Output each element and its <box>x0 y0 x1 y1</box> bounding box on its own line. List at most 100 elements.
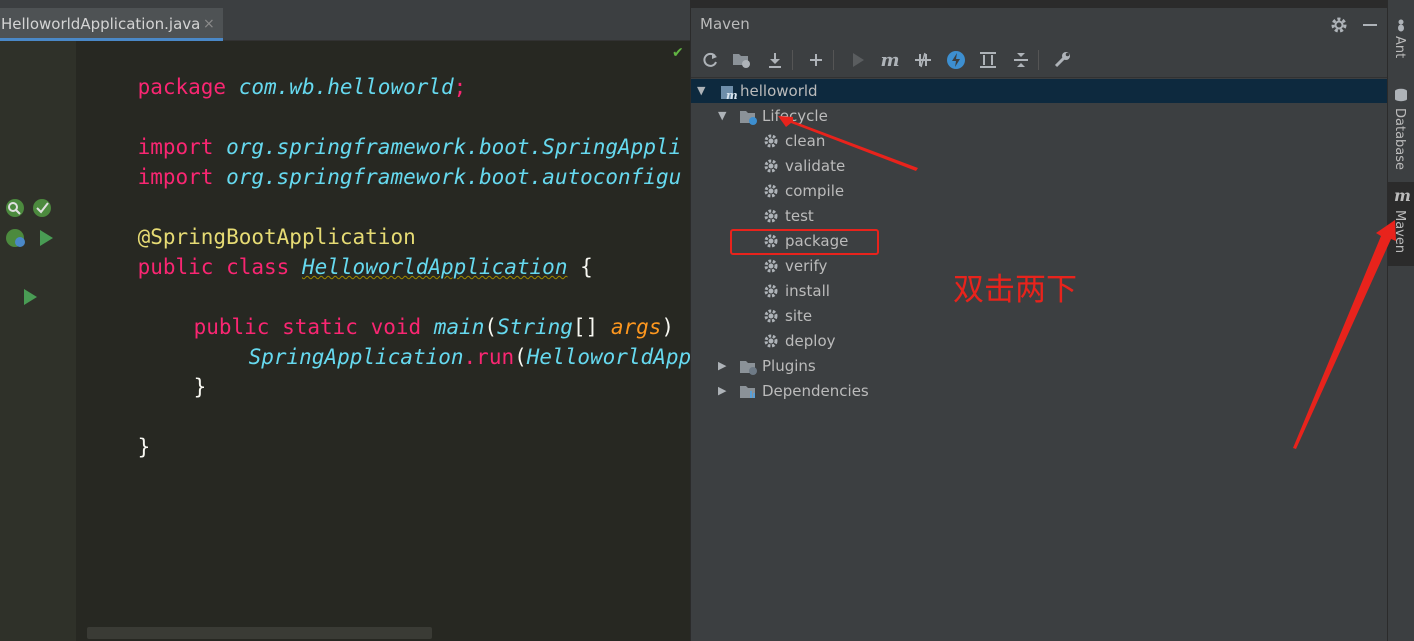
highlight-box <box>730 229 879 255</box>
dependencies-folder-icon <box>740 386 755 398</box>
code-line: package com.wb.helloworld; <box>87 42 467 99</box>
maven-project-icon: m <box>721 86 738 101</box>
tree-node-phase[interactable]: compile <box>691 179 1388 203</box>
gear-icon <box>764 159 778 173</box>
method-name: run <box>476 345 515 369</box>
gear-icon <box>764 284 778 298</box>
tree-label: install <box>785 282 830 300</box>
download-icon[interactable] <box>764 50 786 70</box>
tree-node-project[interactable]: ▼ m helloworld <box>691 79 1388 103</box>
add-icon[interactable] <box>805 50 827 70</box>
gear-icon <box>764 134 778 148</box>
editor-tab-bar: HelloworldApplication.java × <box>0 0 690 41</box>
tree-label: compile <box>785 182 845 200</box>
punctuation: . <box>463 345 477 369</box>
tree-label: site <box>785 307 813 325</box>
find-usages-icon[interactable] <box>4 197 26 219</box>
run-main-icon[interactable] <box>22 288 38 306</box>
tree-label: clean <box>785 132 826 150</box>
tree-node-phase[interactable]: clean <box>691 129 1388 153</box>
punctuation: ; <box>453 75 467 99</box>
collapse-all-icon[interactable] <box>1010 50 1032 70</box>
collapse-arrow-icon[interactable]: ▶ <box>718 354 726 378</box>
reload-icon[interactable] <box>699 50 721 70</box>
maven-toolbar: m <box>691 42 1388 78</box>
code-line: import org.springframework.boot.SpringAp… <box>87 102 682 159</box>
code-line: } <box>143 342 207 399</box>
spring-bean-icon[interactable] <box>31 197 53 219</box>
closing-brace: } <box>137 435 151 459</box>
punctuation: { <box>567 255 593 279</box>
editor-gutter <box>0 41 76 641</box>
database-tool-button[interactable]: Database <box>1388 82 1414 172</box>
gear-icon <box>764 259 778 273</box>
gear-icon <box>764 209 778 223</box>
tree-node-phase[interactable]: test <box>691 204 1388 228</box>
tree-label: Plugins <box>762 357 816 375</box>
generate-sources-icon[interactable] <box>731 50 753 70</box>
skip-tests-icon[interactable] <box>945 50 967 70</box>
close-icon[interactable]: × <box>203 8 215 40</box>
lifecycle-folder-icon <box>740 111 757 125</box>
show-dependencies-icon[interactable] <box>977 50 999 70</box>
keyword: public class <box>137 255 302 279</box>
maven-tool-button[interactable]: m Maven <box>1388 182 1414 266</box>
maven-icon: m <box>1394 186 1411 205</box>
database-label: Database <box>1392 108 1407 171</box>
maven-tool-window: Maven m ▼ m helloworld ▼ Lifecycle clean… <box>690 8 1388 641</box>
database-icon <box>1395 88 1407 102</box>
gear-icon[interactable] <box>1329 15 1349 35</box>
ant-tool-button[interactable]: Ant <box>1388 12 1414 68</box>
tree-label: verify <box>785 257 828 275</box>
tree-node-lifecycle[interactable]: ▼ Lifecycle <box>691 104 1388 128</box>
run-icon[interactable] <box>847 50 869 70</box>
tree-node-plugins[interactable]: ▶ Plugins <box>691 354 1388 378</box>
right-tool-strip: Ant Database m Maven <box>1387 0 1414 641</box>
toolbar-separator <box>792 50 793 70</box>
wrench-icon[interactable] <box>1051 50 1073 70</box>
tree-label: deploy <box>785 332 836 350</box>
gear-icon <box>764 309 778 323</box>
gear-icon <box>764 184 778 198</box>
tree-label: Lifecycle <box>762 107 828 125</box>
punctuation: ( <box>514 345 527 369</box>
inspection-ok-icon[interactable]: ✔ <box>672 45 684 61</box>
package-name: com.wb.helloworld <box>238 75 454 99</box>
code-line: public static void main(String[] args) <box>143 282 687 339</box>
collapse-arrow-icon[interactable]: ▶ <box>718 379 726 403</box>
minimize-icon[interactable] <box>1363 24 1377 26</box>
code-line: } <box>87 402 151 459</box>
editor-tab[interactable]: HelloworldApplication.java × <box>0 8 223 41</box>
code-line: public class HelloworldApplication { <box>87 222 593 279</box>
class-name: SpringApplication <box>248 345 464 369</box>
code-editor[interactable]: ✔ package com.wb.helloworld; import org.… <box>0 41 690 641</box>
keyword: import <box>137 165 227 189</box>
maven-title: Maven <box>700 15 750 33</box>
toggle-offline-icon[interactable] <box>912 50 934 70</box>
tree-label: Dependencies <box>762 382 869 400</box>
code-line: SpringApplication.run(HelloworldApp <box>198 312 690 369</box>
svg-text:m: m <box>726 89 738 101</box>
tree-node-phase[interactable]: deploy <box>691 329 1388 353</box>
tree-label: test <box>785 207 814 225</box>
spring-boot-icon[interactable] <box>4 227 28 249</box>
horizontal-scrollbar[interactable] <box>87 627 432 639</box>
expand-arrow-icon[interactable]: ▼ <box>697 79 705 103</box>
tree-node-phase[interactable]: validate <box>691 154 1388 178</box>
execute-maven-goal-icon[interactable]: m <box>879 50 901 71</box>
run-icon[interactable] <box>38 229 54 247</box>
tree-label: helloworld <box>740 82 818 100</box>
plugins-folder-icon <box>740 361 757 375</box>
import-path: org.springframework.boot.autoconfigu <box>226 165 682 189</box>
code-line: import org.springframework.boot.autoconf… <box>87 132 682 189</box>
editor-tab-label: HelloworldApplication.java <box>1 15 201 33</box>
maven-label: Maven <box>1392 210 1407 254</box>
gear-icon <box>764 334 778 348</box>
tree-label: validate <box>785 157 846 175</box>
toolbar-separator <box>1038 50 1039 70</box>
maven-header: Maven <box>691 8 1388 42</box>
tree-node-dependencies[interactable]: ▶ Dependencies <box>691 379 1388 403</box>
expand-arrow-icon[interactable]: ▼ <box>718 104 726 128</box>
keyword: package <box>137 75 239 99</box>
class-name: HelloworldApp <box>526 345 690 369</box>
